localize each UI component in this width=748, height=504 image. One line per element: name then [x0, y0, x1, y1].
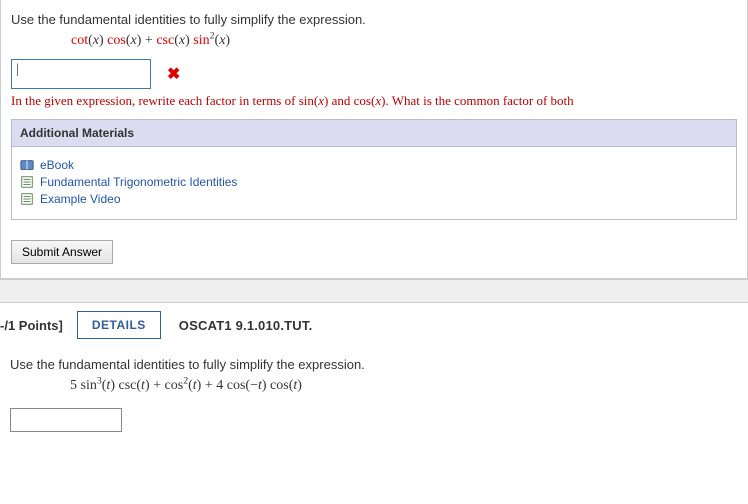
- fn-cos: cos: [107, 33, 126, 48]
- additional-materials-heading: Additional Materials: [12, 120, 736, 147]
- details-button[interactable]: DETAILS: [77, 311, 161, 339]
- incorrect-icon: ✖: [167, 64, 180, 84]
- fn-csc: csc: [118, 378, 136, 393]
- fn-cos: cos: [227, 378, 246, 393]
- fn-sin: sin: [81, 378, 97, 393]
- list-item: Example Video: [20, 192, 728, 206]
- answer-input[interactable]: |: [11, 59, 151, 89]
- answer-row: | ✖: [11, 59, 737, 89]
- example-video-link[interactable]: Example Video: [40, 192, 121, 206]
- additional-materials-body: eBook Fundamental Trigonometric Identiti…: [12, 147, 736, 219]
- fn-sin: sin: [193, 33, 209, 48]
- ebook-icon: [20, 158, 34, 172]
- ebook-link[interactable]: eBook: [40, 158, 74, 172]
- fn-cot: cot: [71, 33, 88, 48]
- q2-prompt: Use the fundamental identities to fully …: [10, 357, 738, 372]
- question-1: Use the fundamental identities to fully …: [0, 0, 748, 279]
- list-item: Fundamental Trigonometric Identities: [20, 175, 728, 189]
- fn-cos: cos: [165, 378, 184, 393]
- submit-answer-button[interactable]: Submit Answer: [11, 240, 113, 264]
- points-label: -/1 Points]: [0, 318, 63, 333]
- question-2-header: -/1 Points] DETAILS OSCAT1 9.1.010.TUT.: [0, 303, 748, 343]
- q2-expression: 5 sin3(t) csc(t) + cos2(t) + 4 cos(−t) c…: [70, 378, 738, 394]
- q1-expression: cot(x) cos(x) + csc(x) sin2(x): [71, 33, 737, 49]
- section-gap: [0, 279, 748, 303]
- fn-cos: cos: [270, 378, 289, 393]
- question-2: Use the fundamental identities to fully …: [0, 343, 748, 449]
- identities-link[interactable]: Fundamental Trigonometric Identities: [40, 175, 237, 189]
- exercise-reference: OSCAT1 9.1.010.TUT.: [179, 318, 313, 333]
- q1-prompt: Use the fundamental identities to fully …: [11, 12, 737, 27]
- list-item: eBook: [20, 158, 728, 172]
- feedback-text: In the given expression, rewrite each fa…: [11, 93, 737, 109]
- fn-csc: csc: [156, 33, 174, 48]
- additional-materials: Additional Materials eBook Fundamental T…: [11, 119, 737, 220]
- answer-input[interactable]: [10, 408, 122, 432]
- reference-icon: [20, 175, 34, 189]
- reference-icon: [20, 192, 34, 206]
